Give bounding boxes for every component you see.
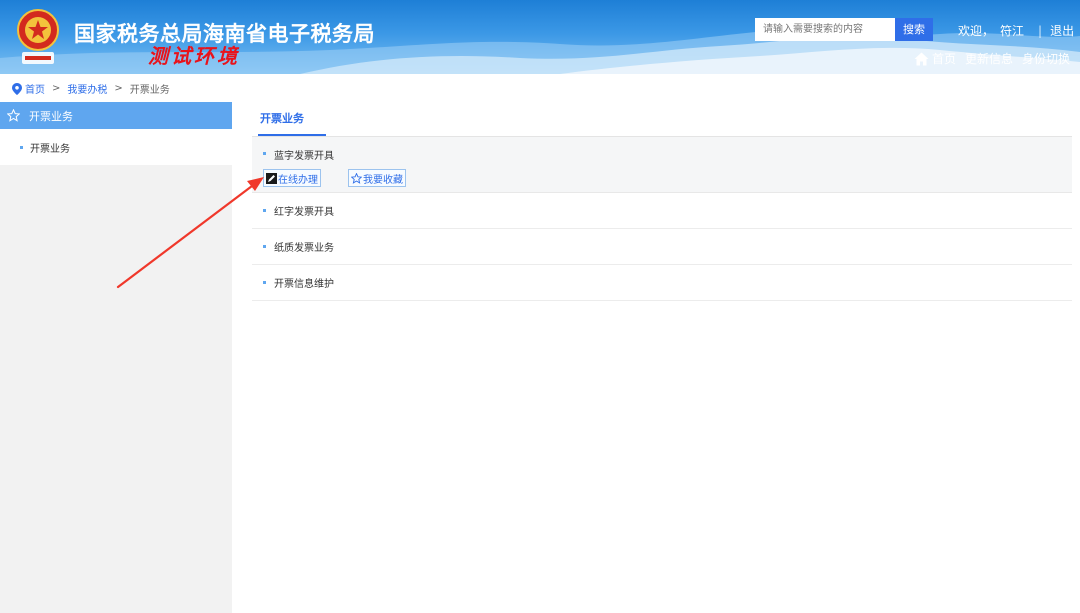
favorite-star-icon: [351, 172, 362, 184]
add-favorite-button[interactable]: 我要收藏: [348, 169, 406, 187]
sidebar-item-invoicing[interactable]: 开票业务: [0, 129, 232, 165]
search-button[interactable]: 搜索: [895, 18, 933, 41]
update-info-link[interactable]: 更新信息: [965, 50, 1013, 67]
tab-invoicing[interactable]: 开票业务: [260, 110, 304, 126]
user-separator: |: [1038, 24, 1043, 38]
switch-identity-link[interactable]: 身份切换: [1022, 50, 1070, 67]
add-favorite-label: 我要收藏: [363, 174, 403, 186]
star-icon: [7, 109, 20, 122]
home-link[interactable]: 首页: [932, 50, 956, 67]
online-handle-label: 在线办理: [278, 174, 318, 186]
top-links: 首页 更新信息 身份切换: [914, 50, 1079, 67]
location-pin-icon: [12, 82, 22, 95]
bullet: [263, 281, 266, 284]
breadcrumb-tax-services[interactable]: 我要办税: [67, 81, 107, 96]
emblem-icon: [17, 9, 59, 64]
bullet: [263, 245, 266, 248]
user-name[interactable]: 符江: [1000, 24, 1024, 38]
search-input[interactable]: [755, 18, 895, 41]
breadcrumb-current: 开票业务: [129, 85, 170, 96]
list-item-label: 开票信息维护: [274, 279, 334, 290]
welcome-text: 欢迎，: [958, 24, 995, 38]
list-item-label: 纸质发票业务: [274, 243, 334, 254]
list-item-red-invoice[interactable]: 红字发票开具: [252, 193, 1072, 229]
bullet: [263, 209, 266, 212]
list-item-invoice-info[interactable]: 开票信息维护: [252, 265, 1072, 301]
breadcrumb-separator: >: [52, 83, 61, 94]
sidebar: 开票业务 开票业务: [0, 102, 232, 613]
breadcrumb-home[interactable]: 首页: [25, 81, 45, 96]
home-icon[interactable]: [914, 52, 929, 66]
sidebar-header[interactable]: 开票业务: [0, 102, 232, 129]
site-header: 国家税务总局海南省电子税务局 测试环境 搜索 欢迎，符江|退出 首页 更新信息 …: [0, 0, 1080, 74]
sidebar-item-label: 开票业务: [30, 143, 70, 155]
online-handle-button[interactable]: 在线办理: [263, 169, 321, 187]
user-area: 欢迎， 符江 | 退出: [958, 22, 1080, 39]
edit-icon: [266, 172, 277, 184]
sidebar-header-label: 开票业务: [29, 109, 73, 123]
environment-tag: 测试环境: [148, 44, 240, 68]
list-item-paper-invoice[interactable]: 纸质发票业务: [252, 229, 1072, 265]
breadcrumb: 首页 > 我要办税 > 开票业务: [12, 81, 170, 96]
list-item-label: 红字发票开具: [274, 207, 334, 218]
bullet: [263, 152, 266, 155]
list-item-label: 蓝字发票开具: [274, 151, 334, 162]
logout-link[interactable]: 退出: [1050, 24, 1074, 38]
breadcrumb-separator: >: [114, 83, 123, 94]
bullet: [20, 145, 23, 149]
